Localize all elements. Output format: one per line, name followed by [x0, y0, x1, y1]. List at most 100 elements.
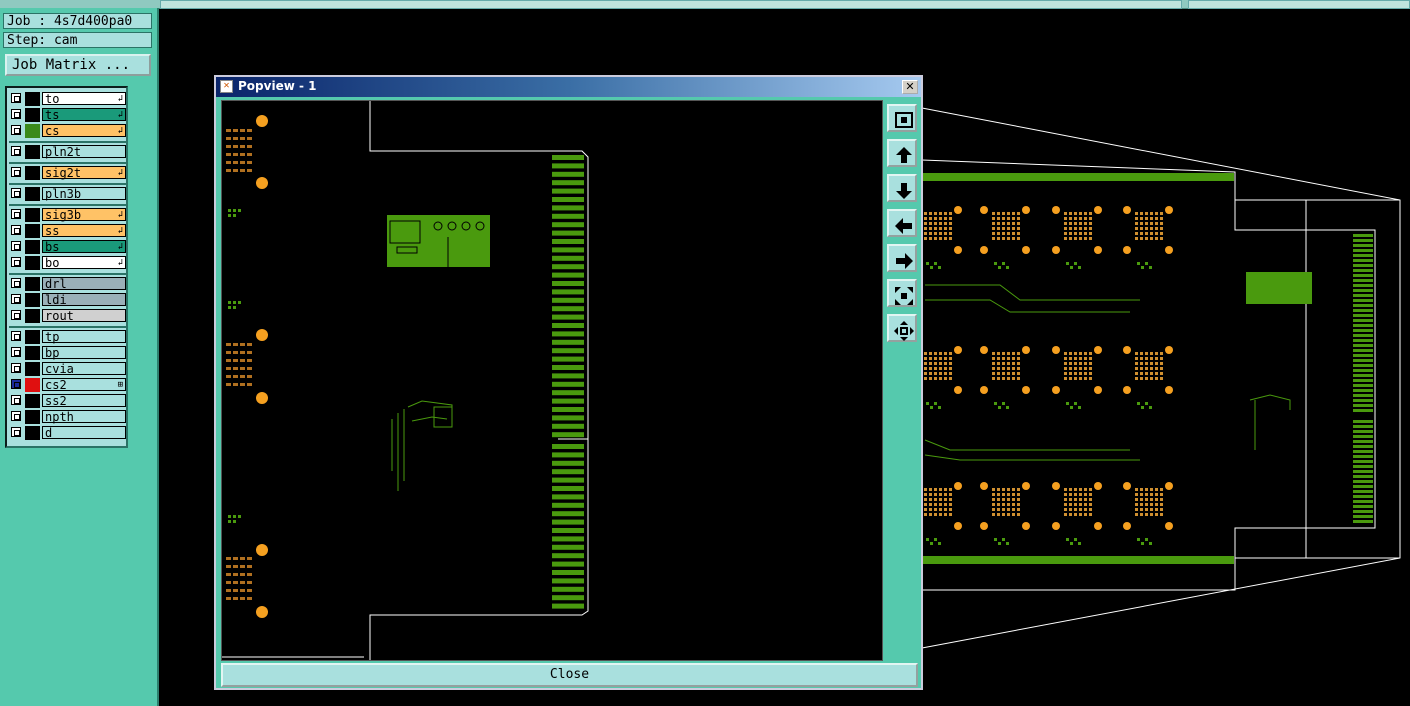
layer-checkbox[interactable]: [11, 278, 21, 288]
layer-name[interactable]: cs2 ⊞: [42, 378, 126, 391]
layer-row-npth[interactable]: npth: [9, 410, 126, 424]
layer-checkbox[interactable]: [11, 395, 21, 405]
layer-name[interactable]: bp: [42, 346, 126, 359]
popview-left-pads: [226, 115, 268, 618]
layer-name[interactable]: ts ↲: [42, 108, 126, 121]
sidebar: Job : 4s7d400pa0 Step: cam Job Matrix ..…: [0, 8, 159, 706]
popview-window: ✕ Popview - 1 ✕ Close: [214, 75, 923, 690]
zoom-out-button[interactable]: [887, 314, 917, 342]
pan-right-icon: [896, 253, 913, 269]
pan-up-button[interactable]: [887, 139, 917, 167]
layer-row-d[interactable]: d: [9, 426, 126, 440]
layer-checkbox[interactable]: [11, 146, 21, 156]
close-button[interactable]: Close: [221, 663, 918, 687]
layer-name[interactable]: tp: [42, 330, 126, 343]
layer-color-swatch: [25, 187, 40, 201]
layer-affected-icon: ↲: [117, 210, 123, 220]
main-chip-array: [912, 206, 1173, 545]
layer-row-ss[interactable]: ss ↲: [9, 224, 126, 238]
pan-up-icon: [896, 147, 912, 163]
layer-name[interactable]: to ↲: [42, 92, 126, 105]
layer-name[interactable]: sig2t ↲: [42, 166, 126, 179]
layer-checkbox[interactable]: [11, 209, 21, 219]
layer-checkbox[interactable]: [11, 347, 21, 357]
layer-name[interactable]: ss ↲: [42, 224, 126, 237]
layer-name[interactable]: npth: [42, 410, 126, 423]
layer-checkbox[interactable]: [11, 167, 21, 177]
popview-titlebar[interactable]: ✕ Popview - 1 ✕: [216, 77, 921, 97]
layer-checkbox[interactable]: [11, 93, 21, 103]
zoom-in-button[interactable]: [887, 279, 917, 307]
layer-name[interactable]: rout: [42, 309, 126, 322]
layer-checkbox[interactable]: [11, 294, 21, 304]
layer-checkbox[interactable]: [11, 241, 21, 251]
layer-affected-icon: ↲: [117, 226, 123, 236]
layer-name[interactable]: drl: [42, 277, 126, 290]
layer-checkbox[interactable]: [11, 225, 21, 235]
layer-color-swatch: [25, 240, 40, 254]
layer-row-pln3b[interactable]: pln3b: [9, 187, 126, 201]
job-matrix-button[interactable]: Job Matrix ...: [5, 54, 151, 76]
layer-row-bo[interactable]: bo ↲: [9, 256, 126, 270]
layer-row-cvia[interactable]: cvia: [9, 362, 126, 376]
layer-row-ss2[interactable]: ss2: [9, 394, 126, 408]
layer-group-separator: [9, 273, 126, 275]
layer-checkbox[interactable]: [11, 188, 21, 198]
layer-row-tp[interactable]: tp: [9, 330, 126, 344]
layer-checkbox[interactable]: [11, 109, 21, 119]
layer-row-sig2t[interactable]: sig2t ↲: [9, 166, 126, 180]
layer-checkbox[interactable]: [11, 257, 21, 267]
zoom-fit-icon: [895, 112, 913, 128]
layer-checkbox[interactable]: [11, 379, 21, 389]
layer-checkbox[interactable]: [11, 427, 21, 437]
layer-row-cs[interactable]: cs ↲: [9, 124, 126, 138]
layer-name[interactable]: bo ↲: [42, 256, 126, 269]
pan-left-button[interactable]: [887, 209, 917, 237]
layer-name[interactable]: ldi: [42, 293, 126, 306]
pan-down-icon: [896, 183, 912, 199]
layer-color-swatch: [25, 346, 40, 360]
layer-affected-icon: ↲: [117, 94, 123, 104]
layer-checkbox[interactable]: [11, 310, 21, 320]
layer-name[interactable]: d: [42, 426, 126, 439]
window-close-button[interactable]: ✕: [902, 80, 918, 94]
layer-row-to[interactable]: to ↲: [9, 92, 126, 106]
layer-color-swatch: [25, 426, 40, 440]
pan-left-icon: [895, 218, 912, 234]
zoom-fit-button[interactable]: [887, 104, 917, 132]
layer-color-swatch: [25, 330, 40, 344]
layer-color-swatch: [25, 410, 40, 424]
layer-row-drl[interactable]: drl: [9, 277, 126, 291]
layer-checkbox[interactable]: [11, 331, 21, 341]
layer-row-bp[interactable]: bp: [9, 346, 126, 360]
layer-name[interactable]: pln3b: [42, 187, 126, 200]
layer-color-swatch: [25, 256, 40, 270]
pan-right-button[interactable]: [887, 244, 917, 272]
popview-edge-connector: [552, 155, 588, 609]
layer-row-pln2t[interactable]: pln2t: [9, 145, 126, 159]
zoom-out-icon: [894, 321, 914, 341]
layer-checkbox[interactable]: [11, 363, 21, 373]
layer-row-ldi[interactable]: ldi: [9, 293, 126, 307]
layer-name[interactable]: cs ↲: [42, 124, 126, 137]
layer-affected-icon: ↲: [117, 242, 123, 252]
layer-group-separator: [9, 162, 126, 164]
layer-checkbox[interactable]: [11, 411, 21, 421]
layer-row-ts[interactable]: ts ↲: [9, 108, 126, 122]
layer-row-cs2[interactable]: cs2 ⊞: [9, 378, 126, 392]
layer-color-swatch: [25, 293, 40, 307]
layer-name[interactable]: bs ↲: [42, 240, 126, 253]
popview-canvas[interactable]: [221, 100, 883, 661]
layer-name[interactable]: ss2: [42, 394, 126, 407]
pan-down-button[interactable]: [887, 174, 917, 202]
layer-name[interactable]: pln2t: [42, 145, 126, 158]
layer-row-sig3b[interactable]: sig3b ↲: [9, 208, 126, 222]
layer-checkbox[interactable]: [11, 125, 21, 135]
layer-affected-icon: ↲: [117, 258, 123, 268]
layer-group-separator: [9, 326, 126, 328]
layer-name[interactable]: cvia: [42, 362, 126, 375]
layer-row-bs[interactable]: bs ↲: [9, 240, 126, 254]
layer-name[interactable]: sig3b ↲: [42, 208, 126, 221]
layer-row-rout[interactable]: rout: [9, 309, 126, 323]
layer-color-swatch: [25, 108, 40, 122]
